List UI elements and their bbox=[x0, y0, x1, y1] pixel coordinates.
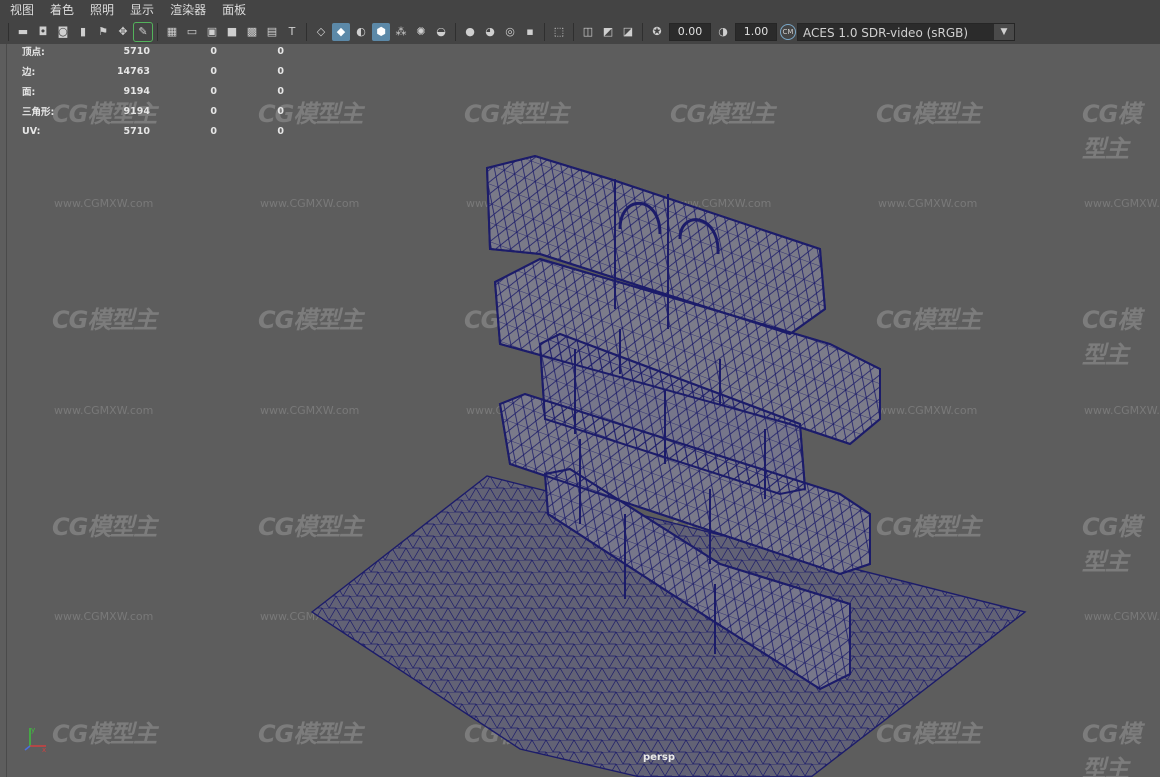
hud-value: 0 bbox=[210, 125, 217, 137]
hud-value: 0 bbox=[277, 125, 284, 137]
hud-value: 9194 bbox=[123, 85, 150, 97]
safe-action-icon[interactable]: ▤ bbox=[263, 23, 281, 41]
isolate-select-icon[interactable]: ⬚ bbox=[550, 23, 568, 41]
wireframe-mesh bbox=[310, 154, 1027, 777]
ambient-occlusion-icon[interactable]: ● bbox=[461, 23, 479, 41]
image-plane-icon[interactable]: ▮ bbox=[74, 23, 92, 41]
gamma-field[interactable]: 1.00 bbox=[735, 22, 777, 41]
2d-pan-zoom-icon[interactable]: ✥ bbox=[114, 23, 132, 41]
hud-value: 0 bbox=[210, 45, 217, 57]
hud-value: 9194 bbox=[123, 105, 150, 117]
resolution-gate-icon[interactable]: ▣ bbox=[203, 23, 221, 41]
depth-of-field-icon[interactable]: ▪ bbox=[521, 23, 539, 41]
hud-value: 0 bbox=[277, 45, 284, 57]
hud-label: 面: bbox=[22, 87, 36, 98]
smooth-shade-icon[interactable]: ◆ bbox=[332, 22, 350, 41]
hud-value: 0 bbox=[277, 65, 284, 77]
color-space-select[interactable]: ACES 1.0 SDR-video (sRGB) ▼ bbox=[797, 22, 1015, 41]
color-management-icon[interactable]: CM bbox=[780, 23, 796, 40]
motion-blur-icon[interactable]: ◕ bbox=[481, 23, 499, 41]
pencil-icon[interactable]: ✎ bbox=[133, 21, 153, 42]
hud-label: 边: bbox=[22, 67, 36, 78]
field-chart-icon[interactable]: ▩ bbox=[243, 23, 261, 41]
camera-name-label: persp bbox=[643, 752, 675, 763]
hud-value: 0 bbox=[210, 65, 217, 77]
default-material-icon[interactable]: ◐ bbox=[352, 23, 370, 41]
exposure-icon[interactable]: ✪ bbox=[648, 23, 666, 41]
menu-panels[interactable]: 面板 bbox=[212, 1, 252, 18]
hud-row-faces: 面: 9194 0 0 bbox=[22, 81, 284, 101]
hud-value: 5710 bbox=[123, 125, 150, 137]
toolbar-divider bbox=[544, 22, 545, 41]
hud-row-edges: 边: 14763 0 0 bbox=[22, 61, 284, 81]
hud-value: 14763 bbox=[116, 65, 150, 77]
menu-lighting[interactable]: 照明 bbox=[80, 1, 120, 18]
wireframe-icon[interactable]: ◇ bbox=[312, 23, 330, 41]
toolbar-divider bbox=[8, 22, 9, 41]
toolbar-divider bbox=[573, 22, 574, 41]
axis-gizmo: y x bbox=[24, 726, 46, 754]
menu-show[interactable]: 显示 bbox=[120, 1, 160, 18]
poly-count-hud: 顶点: 5710 0 0 边: 14763 0 0 面: 9194 0 0 三角… bbox=[22, 44, 284, 141]
exposure-field[interactable]: 0.00 bbox=[669, 22, 711, 41]
toolbar-divider bbox=[157, 22, 158, 41]
bookmark-icon[interactable]: ◙ bbox=[54, 23, 72, 41]
svg-text:y: y bbox=[31, 726, 35, 734]
svg-text:x: x bbox=[42, 746, 46, 754]
shadows-icon[interactable]: ◒ bbox=[432, 23, 450, 41]
color-space-value: ACES 1.0 SDR-video (sRGB) bbox=[803, 25, 969, 40]
anti-aliasing-icon[interactable]: ◎ bbox=[501, 23, 519, 41]
hud-value: 0 bbox=[210, 85, 217, 97]
toolbar-divider bbox=[306, 22, 307, 41]
xray-components-icon[interactable]: ◪ bbox=[619, 23, 637, 41]
hud-value: 0 bbox=[277, 85, 284, 97]
hud-label: UV: bbox=[22, 125, 41, 137]
hud-row-vertices: 顶点: 5710 0 0 bbox=[22, 44, 284, 61]
hud-label: 三角形: bbox=[22, 107, 55, 118]
grid-icon[interactable]: ▦ bbox=[163, 23, 181, 41]
grease-pencil-icon[interactable]: ⚑ bbox=[94, 23, 112, 41]
menu-bar: 视图 着色 照明 显示 渲染器 面板 bbox=[0, 0, 1160, 19]
hud-value: 5710 bbox=[123, 45, 150, 57]
hud-row-uvs: UV: 5710 0 0 bbox=[22, 121, 284, 141]
wireframe-on-shaded-icon[interactable]: ⬢ bbox=[372, 22, 390, 41]
xray-icon[interactable]: ◫ bbox=[579, 23, 597, 41]
camera-attributes-icon[interactable]: ◘ bbox=[34, 23, 52, 41]
viewport-toolbar: ▬ ◘ ◙ ▮ ⚑ ✥ ✎ ▦ ▭ ▣ ■ ▩ ▤ T ◇ ◆ ◐ ⬢ ⁂ ✺ … bbox=[0, 19, 1160, 45]
toolbar-divider bbox=[455, 22, 456, 41]
film-gate-icon[interactable]: ▭ bbox=[183, 23, 201, 41]
hud-label: 顶点: bbox=[22, 47, 45, 58]
persp-viewport[interactable]: CG模型主 CG模型主 CG模型主 CG模型主 CG模型主 CG模型主 CG模型主 CG模型主… bbox=[0, 44, 1160, 777]
hud-row-triangles: 三角形: 9194 0 0 bbox=[22, 101, 284, 121]
menu-shading[interactable]: 着色 bbox=[40, 1, 80, 18]
hud-value: 0 bbox=[277, 105, 284, 117]
menu-renderer[interactable]: 渲染器 bbox=[160, 1, 212, 18]
select-camera-icon[interactable]: ▬ bbox=[14, 23, 32, 41]
chevron-down-icon: ▼ bbox=[994, 23, 1014, 40]
textured-icon[interactable]: ⁂ bbox=[392, 23, 410, 41]
lights-icon[interactable]: ✺ bbox=[412, 23, 430, 41]
ground-plane-wire bbox=[312, 476, 1025, 777]
hud-value: 0 bbox=[210, 105, 217, 117]
toolbar-divider bbox=[642, 22, 643, 41]
gamma-icon[interactable]: ◑ bbox=[714, 23, 732, 41]
safe-title-icon[interactable]: T bbox=[283, 23, 301, 41]
gate-mask-icon[interactable]: ■ bbox=[223, 23, 241, 41]
xray-joints-icon[interactable]: ◩ bbox=[599, 23, 617, 41]
menu-view[interactable]: 视图 bbox=[0, 1, 40, 18]
